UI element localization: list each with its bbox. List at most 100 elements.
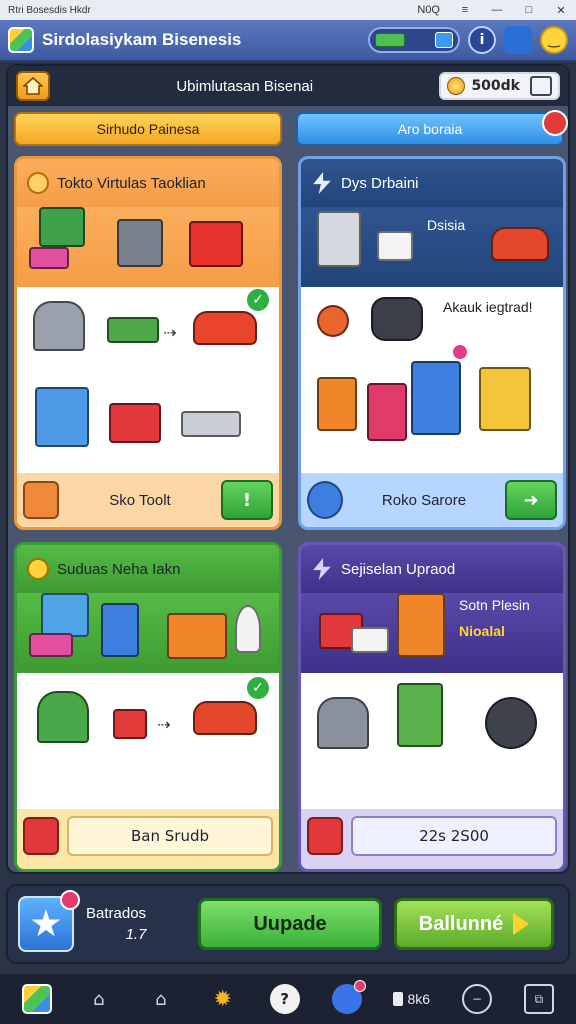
badge-dot [451,343,469,361]
gift-icon[interactable] [435,32,453,48]
help-icon[interactable]: ? [269,984,300,1014]
cart-icon [109,403,161,443]
tab-right[interactable]: Aro boraia [296,110,568,146]
character-icon [235,605,261,653]
kiosk-icon [35,387,89,447]
menu-icon[interactable]: ≡ [458,4,472,16]
play-icon [513,913,530,935]
stapler-icon [307,817,343,855]
vending-icon [367,383,407,441]
card-action-button[interactable]: ➜ [505,480,557,520]
business-card-purple[interactable]: Sejiselan Upraod Sotn Plesin Nioalal 22s… [298,542,566,872]
inventory-count[interactable]: 8k6 [393,984,430,1014]
upgrade-button[interactable]: Uupade [198,898,382,950]
card-footer-label[interactable]: 22s 2S00 [351,816,557,856]
box-icon [393,992,404,1006]
puzzle-icon[interactable] [504,26,532,54]
minimize-button[interactable]: — [490,4,504,16]
card-footer: Sko Toolt ! [17,473,279,527]
app-logo-icon [8,27,34,53]
books-icon [29,633,73,657]
home-button[interactable] [16,71,50,101]
minimize-icon[interactable]: − [461,984,492,1014]
main-panel: Ubimlutasan Bisenai 500dk Sirhudo Paines… [6,64,570,874]
currency-pill[interactable] [368,27,460,53]
battery-icon [107,317,159,343]
profile-smile-icon[interactable]: ‿ [540,26,568,54]
business-card-blue[interactable]: Dys Drbaini Dsisia Akauk iegtrad! Roko S… [298,156,566,530]
business-card-green[interactable]: Suduas Neha Iakn ✓ ⇢ Ban Srudb [14,542,282,872]
card-header: Suduas Neha Iakn [17,545,279,593]
star-icon [31,909,61,937]
card-action-button[interactable]: ! [221,480,273,520]
car-icon [193,311,257,345]
balance-button[interactable]: Ballunné [394,898,554,950]
cart-icon [23,817,59,855]
home-icon[interactable]: ⌂ [146,984,176,1014]
business-card-orange[interactable]: Tokto Virtulas Taoklian ✓ ⇢ Sko Toolt ! [14,156,282,530]
printer-icon [317,211,361,267]
coin-badge-icon [307,481,343,519]
back-icon[interactable]: ⌂ [84,984,114,1014]
hand-icon [27,172,49,194]
books-icon [29,247,69,269]
achievement-button[interactable] [18,890,80,952]
gauge-icon [485,697,537,749]
card-art: Dsisia [301,207,563,287]
inventory-count-label: 8k6 [407,991,431,1007]
card-title: Sejiselan Upraod [341,560,456,578]
gem-icon [113,709,147,739]
window-switch-icon[interactable]: ⧉ [523,984,554,1014]
action-bar: Batrados 1.7 Uupade Ballunné [6,884,570,964]
card-title: Dys Drbaini [341,174,419,192]
gear-icon[interactable]: ✹ [208,984,238,1014]
arrow-icon: ⇢ [163,323,177,342]
kiosk-icon [397,683,443,747]
window-controls: N0Q ≡ — □ ✕ [417,4,568,17]
tab-left[interactable]: Sirhudo Painesa [14,112,282,146]
window-titlebar: Rtri Bosesdis Hkdr N0Q ≡ — □ ✕ [0,0,576,20]
machine-icon [317,697,369,749]
monitor-icon [39,207,85,247]
close-button[interactable]: ✕ [554,4,568,17]
maximize-button[interactable]: □ [522,4,536,16]
printer-icon [37,691,89,743]
card-footer-label[interactable]: Ban Srudb [67,816,273,856]
stats-chart-icon[interactable] [530,76,552,96]
card-reader-icon [181,411,241,437]
globe-icon[interactable] [331,980,366,1014]
card-footer: Ban Srudb [17,809,279,863]
camera-icon [371,297,423,341]
basket-icon [167,613,227,659]
lightning-icon [313,558,331,580]
cabinet-icon [23,481,59,519]
card-art [17,593,279,673]
check-icon: ✓ [245,287,271,313]
check-icon: ✓ [245,675,271,701]
coin-icon [447,77,466,95]
card-title: Suduas Neha Iakn [57,560,181,578]
coin-balance: 500dk [439,72,560,100]
info-button[interactable]: i [468,26,496,54]
info-icon: i [479,32,485,48]
notification-dot [353,980,366,992]
card-header: Dys Drbaini [301,159,563,207]
gift-box-icon [189,221,243,267]
computer-icon [41,593,89,637]
card-body [301,673,563,809]
app-title: Sirdolasiykam Bisenesis [42,30,242,49]
card-art: Sotn Plesin Nioalal [301,593,563,673]
app-logo-icon[interactable] [21,984,52,1014]
card-footer-label: Roko Sarore [381,491,467,509]
notification-badge [542,110,568,136]
home-icon [23,77,43,95]
taskbar: ⌂ ⌂ ✹ ? 8k6 − ⧉ [0,974,576,1024]
lightning-icon [313,172,331,194]
atm-icon [411,361,461,435]
clock-icon [317,305,349,337]
sub-header: Ubimlutasan Bisenai 500dk [8,66,568,106]
tab-right-label: Aro boraia [397,121,463,137]
stat-label: Batrados [86,905,147,922]
card-label: Akauk iegtrad! [443,299,533,315]
stat-value: 1.7 [125,926,147,943]
